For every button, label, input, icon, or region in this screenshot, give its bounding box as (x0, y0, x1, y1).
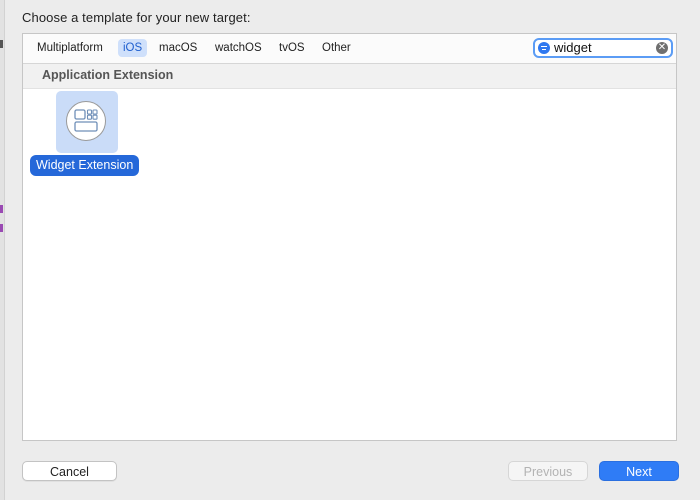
edge-mark (0, 224, 3, 232)
tab-ios[interactable]: iOS (118, 39, 148, 57)
tab-watchos[interactable]: watchOS (210, 39, 267, 57)
next-button[interactable]: Next (599, 461, 679, 481)
background-window-edge (0, 0, 5, 500)
clear-icon[interactable]: ✕ (656, 42, 668, 54)
template-panel: Multiplatform iOS macOS watchOS tvOS Oth… (22, 33, 677, 441)
sheet-title: Choose a template for your new target: (22, 10, 251, 25)
tab-other[interactable]: Other (317, 39, 356, 57)
filter-input-value[interactable]: widget (554, 40, 592, 56)
tab-macos[interactable]: macOS (154, 39, 202, 57)
section-header: Application Extension (23, 64, 676, 89)
widget-extension-icon (66, 101, 106, 141)
edge-mark (0, 40, 3, 48)
filter-field[interactable]: widget ✕ (533, 38, 673, 58)
cancel-button[interactable]: Cancel (22, 461, 117, 481)
tab-multiplatform[interactable]: Multiplatform (32, 39, 108, 57)
previous-button[interactable]: Previous (508, 461, 588, 481)
tab-tvos[interactable]: tvOS (274, 39, 310, 57)
template-label[interactable]: Widget Extension (30, 155, 140, 176)
filter-icon (538, 42, 550, 54)
edge-mark (0, 205, 3, 213)
platform-tab-bar: Multiplatform iOS macOS watchOS tvOS Oth… (23, 34, 676, 64)
section-title: Application Extension (42, 68, 174, 82)
template-widget-extension[interactable] (56, 91, 118, 153)
